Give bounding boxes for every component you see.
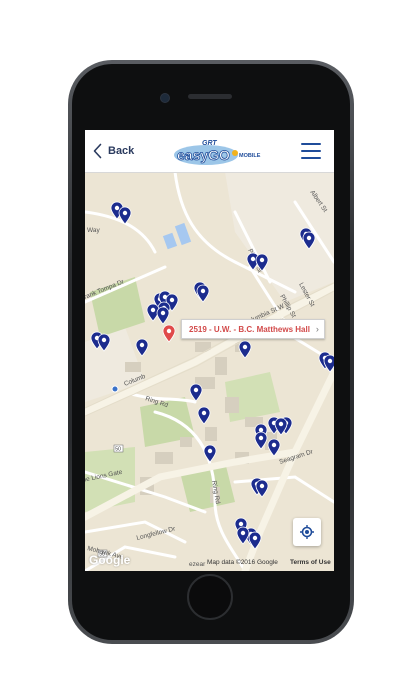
hamburger-menu-icon [301,143,321,145]
pin-dot [101,337,107,343]
home-button[interactable] [187,574,233,620]
pin-dot [259,257,265,263]
pin-dot [271,442,277,448]
pin-dot [139,342,145,348]
terms-of-use-link[interactable]: Terms of Use [290,559,331,566]
pin-dot [150,307,156,313]
pin-dot [114,205,120,211]
pin-dot [193,387,199,393]
back-button[interactable]: Back [93,141,134,161]
easygo-logo: GRT easyGO MOBILE [174,140,261,165]
front-camera [160,93,170,103]
pin-dot [240,530,246,536]
logo-easygo-text: easyGO [177,147,230,163]
pin-dot [169,297,175,303]
pin-dot [160,310,166,316]
app-screen: Back GRT easyGO MOBILE 50 50 Way rank To… [85,130,334,571]
route-50-shield: 50 [113,444,124,453]
earpiece-speaker [188,94,232,99]
pin-dot [200,288,206,294]
pin-dot [166,328,172,334]
my-location-button[interactable] [293,518,321,546]
pin-dot [242,344,248,350]
stop-info-window[interactable]: 2519 - U.W. - B.C. Matthews Hall › [181,319,325,339]
app-header: Back GRT easyGO MOBILE [85,130,334,173]
logo-sun-icon [232,150,238,156]
stop-name: 2519 - U.W. - B.C. Matthews Hall [189,324,310,334]
logo-mobile-text: MOBILE [239,153,261,159]
pin-dot [250,256,256,262]
street-label: ezear [189,561,206,568]
pin-dot [201,410,207,416]
pin-dot [207,448,213,454]
pin-dot [122,210,128,216]
pin-dot [306,235,312,241]
pin-dot [252,535,258,541]
pin-dot [238,521,244,527]
my-location-icon [300,525,314,539]
poi-marker [111,385,119,393]
pin-dot [259,483,265,489]
chevron-left-icon [93,143,102,159]
pin-dot [327,358,333,364]
google-logo: Google [89,553,131,567]
map-attribution: Map data ©2016 Google [207,559,278,566]
pin-dot [278,421,284,427]
back-label: Back [108,145,135,157]
map-view[interactable]: 50 50 Way rank Tompa Dr Columb Columbia … [85,172,334,571]
pin-dot [258,427,264,433]
pin-dot [258,435,264,441]
street-label: Way [87,227,101,234]
svg-text:50: 50 [115,447,121,453]
menu-button[interactable] [301,143,321,159]
chevron-right-icon: › [315,324,319,334]
